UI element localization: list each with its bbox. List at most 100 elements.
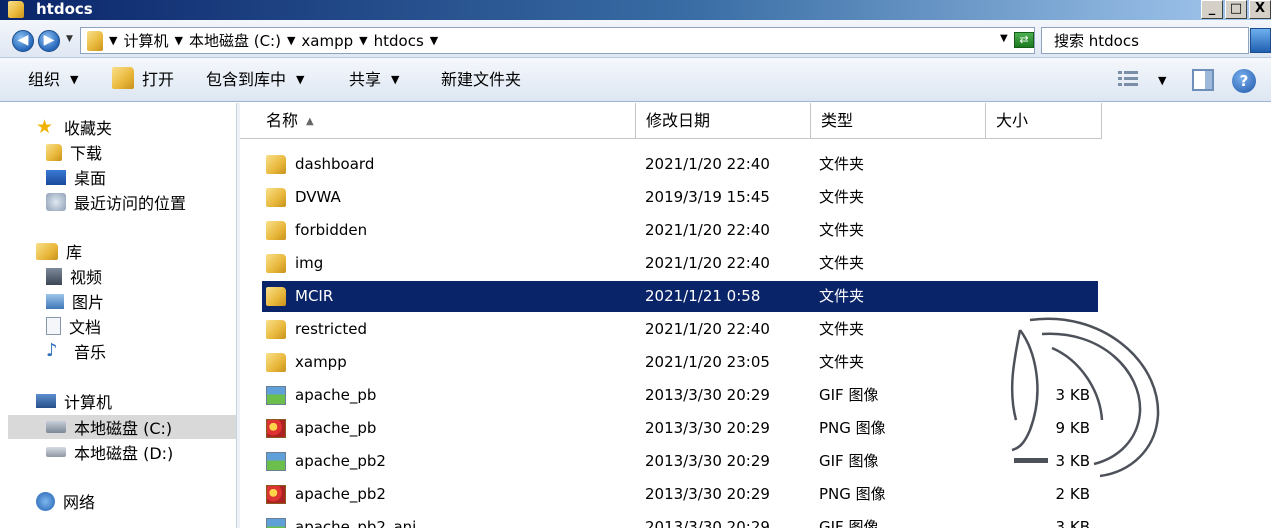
address-history-dropdown[interactable]: ▼ bbox=[1000, 33, 1008, 44]
help-icon[interactable]: ? bbox=[1232, 69, 1256, 93]
music-icon: ♪ bbox=[46, 340, 58, 361]
folder-icon bbox=[8, 1, 24, 18]
forward-button[interactable]: ▶ bbox=[38, 30, 60, 52]
preview-pane-icon[interactable] bbox=[1192, 69, 1214, 91]
recent-places-icon bbox=[46, 193, 66, 211]
folder-icon bbox=[266, 353, 286, 372]
sidebar-item-computer[interactable]: 计算机 bbox=[36, 389, 112, 413]
file-row[interactable]: forbidden 2021/1/20 22:40 文件夹 bbox=[262, 215, 1098, 246]
sidebar-item-label: 音乐 bbox=[74, 343, 107, 362]
file-type: GIF 图像 bbox=[819, 518, 879, 528]
file-row[interactable]: apache_pb 2013/3/30 20:29 PNG 图像 9 KB bbox=[262, 413, 1098, 444]
file-name: xampp bbox=[295, 353, 347, 371]
folder-icon bbox=[266, 287, 286, 306]
window-title: htdocs bbox=[36, 0, 93, 18]
file-row[interactable]: apache_pb2 2013/3/30 20:29 PNG 图像 2 KB bbox=[262, 479, 1098, 510]
sidebar-item-desktop[interactable]: 桌面 bbox=[46, 165, 106, 189]
file-row[interactable]: img 2021/1/20 22:40 文件夹 bbox=[262, 248, 1098, 279]
sidebar-item-label: 下载 bbox=[70, 144, 103, 163]
sort-ascending-icon: ▲ bbox=[306, 116, 314, 127]
sidebar-item-libraries[interactable]: 库 bbox=[36, 239, 82, 263]
file-size: 2 KB bbox=[1055, 485, 1090, 503]
breadcrumb-htdocs[interactable]: htdocs bbox=[374, 31, 424, 51]
refresh-button[interactable]: ⇄ bbox=[1014, 32, 1034, 48]
sidebar-item-favorites[interactable]: ★ 收藏夹 bbox=[36, 115, 112, 139]
file-date: 2021/1/20 22:40 bbox=[645, 221, 770, 239]
file-type: 文件夹 bbox=[819, 320, 865, 338]
sidebar-item-documents[interactable]: 文档 bbox=[46, 314, 101, 338]
column-header-name[interactable]: 名称 ▲ bbox=[240, 103, 636, 139]
column-header-size[interactable]: 大小 bbox=[986, 103, 1102, 139]
include-in-library-button[interactable]: 包含到库中 ▼ bbox=[206, 70, 304, 90]
sidebar-item-downloads[interactable]: 下载 bbox=[46, 140, 102, 164]
sidebar-item-label: 文档 bbox=[69, 318, 102, 337]
sidebar-item-label: 图片 bbox=[72, 293, 105, 312]
file-row[interactable]: apache_pb2 2013/3/30 20:29 GIF 图像 3 KB bbox=[262, 446, 1098, 477]
file-row[interactable]: apache_pb2_ani 2013/3/30 20:29 GIF 图像 3 KB bbox=[262, 512, 1098, 528]
view-options-icon[interactable] bbox=[1118, 70, 1138, 88]
column-name-label: 名称 bbox=[266, 111, 299, 130]
sidebar-item-label: 视频 bbox=[70, 268, 103, 287]
file-row[interactable]: DVWA 2019/3/19 15:45 文件夹 bbox=[262, 182, 1098, 213]
open-button[interactable]: 打开 bbox=[142, 70, 174, 90]
address-bar: ◀ ▶ ▼ ▼ 计算机 ▼ 本地磁盘 (C:) ▼ xampp ▼ htdocs… bbox=[0, 20, 1271, 58]
library-icon bbox=[36, 242, 58, 260]
column-header-modified[interactable]: 修改日期 bbox=[636, 103, 811, 139]
chevron-down-icon[interactable]: ▼ bbox=[109, 31, 117, 51]
search-placeholder: 搜索 htdocs bbox=[1054, 32, 1139, 50]
file-date: 2013/3/30 20:29 bbox=[645, 419, 770, 437]
file-type: 文件夹 bbox=[819, 353, 865, 371]
search-icon[interactable] bbox=[1250, 28, 1271, 53]
sidebar-item-label: 计算机 bbox=[64, 393, 113, 412]
file-row[interactable]: restricted 2021/1/20 22:40 文件夹 bbox=[262, 314, 1098, 345]
chevron-down-icon[interactable]: ▼ bbox=[287, 31, 295, 51]
sidebar-item-music[interactable]: ♪ 音乐 bbox=[46, 339, 106, 363]
sidebar-item-recent[interactable]: 最近访问的位置 bbox=[46, 190, 186, 214]
file-row[interactable]: xampp 2021/1/20 23:05 文件夹 bbox=[262, 347, 1098, 378]
folder-icon bbox=[266, 188, 286, 207]
breadcrumb-xampp[interactable]: xampp bbox=[301, 31, 353, 51]
organize-button[interactable]: 组织 ▼ bbox=[28, 70, 78, 90]
chevron-down-icon[interactable]: ▼ bbox=[430, 31, 438, 51]
back-button[interactable]: ◀ bbox=[12, 30, 34, 52]
folder-icon bbox=[87, 31, 103, 51]
sidebar-item-label: 本地磁盘 (C:) bbox=[74, 419, 173, 438]
drive-icon bbox=[46, 447, 66, 457]
file-name: apache_pb2_ani bbox=[295, 518, 417, 528]
sidebar-item-drive-c[interactable]: 本地磁盘 (C:) bbox=[8, 415, 236, 439]
close-button[interactable]: X bbox=[1249, 0, 1271, 19]
file-row[interactable]: apache_pb 2013/3/30 20:29 GIF 图像 3 KB bbox=[262, 380, 1098, 411]
file-row[interactable]: dashboard 2021/1/20 22:40 文件夹 bbox=[262, 149, 1098, 180]
sidebar-item-network[interactable]: 网络 bbox=[36, 489, 95, 513]
chevron-down-icon: ▼ bbox=[296, 73, 305, 86]
file-name: apache_pb bbox=[295, 386, 377, 404]
sidebar-item-videos[interactable]: 视频 bbox=[46, 264, 102, 288]
file-date: 2013/3/30 20:29 bbox=[645, 386, 770, 404]
file-date: 2021/1/20 22:40 bbox=[645, 155, 770, 173]
sidebar-item-pictures[interactable]: 图片 bbox=[46, 289, 104, 313]
recent-pages-dropdown[interactable]: ▼ bbox=[66, 34, 73, 44]
gif-image-icon bbox=[266, 386, 286, 405]
search-input[interactable]: 搜索 htdocs bbox=[1041, 27, 1249, 54]
file-type: GIF 图像 bbox=[819, 452, 879, 470]
column-header-type[interactable]: 类型 bbox=[811, 103, 986, 139]
sidebar-item-label: 库 bbox=[66, 243, 83, 262]
minimize-button[interactable]: _ bbox=[1201, 0, 1223, 19]
share-button[interactable]: 共享 ▼ bbox=[349, 70, 399, 90]
new-folder-button[interactable]: 新建文件夹 bbox=[441, 70, 521, 90]
gif-image-icon bbox=[266, 452, 286, 471]
file-size: 3 KB bbox=[1055, 518, 1090, 528]
breadcrumb-computer[interactable]: 计算机 bbox=[123, 31, 168, 51]
chevron-down-icon[interactable]: ▼ bbox=[174, 31, 182, 51]
maximize-button[interactable]: □ bbox=[1225, 0, 1247, 19]
png-image-icon bbox=[266, 485, 286, 504]
file-row[interactable]: MCIR 2021/1/21 0:58 文件夹 bbox=[262, 281, 1098, 312]
file-type: 文件夹 bbox=[819, 287, 865, 305]
chevron-down-icon[interactable]: ▼ bbox=[359, 31, 367, 51]
sidebar-item-drive-d[interactable]: 本地磁盘 (D:) bbox=[46, 440, 173, 464]
chevron-down-icon[interactable]: ▼ bbox=[1158, 74, 1166, 87]
address-field[interactable]: ▼ 计算机 ▼ 本地磁盘 (C:) ▼ xampp ▼ htdocs ▼ bbox=[80, 27, 1035, 54]
breadcrumb-drive-c[interactable]: 本地磁盘 (C:) bbox=[189, 31, 281, 51]
file-date: 2021/1/20 22:40 bbox=[645, 320, 770, 338]
file-size: 3 KB bbox=[1055, 386, 1090, 404]
